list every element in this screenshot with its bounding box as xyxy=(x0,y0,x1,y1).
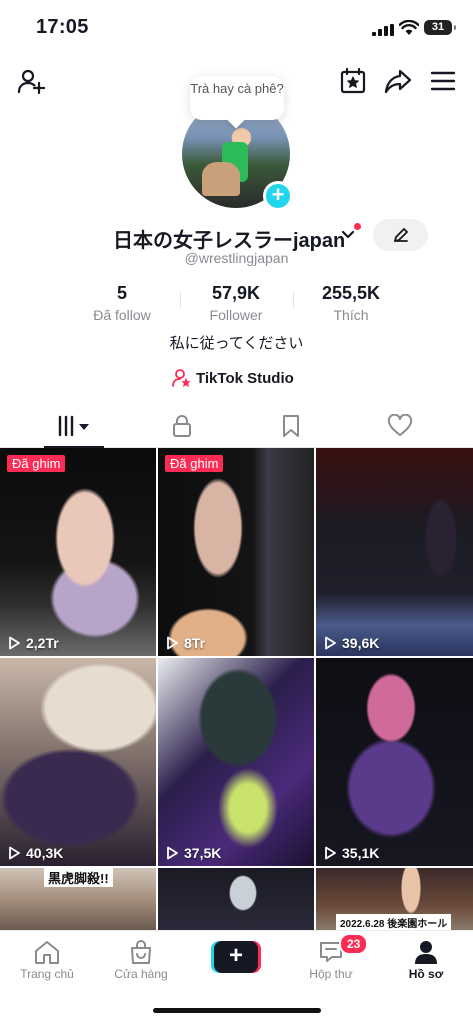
pinned-badge: Đã ghim xyxy=(7,455,66,472)
video-thumbnail[interactable]: Đã ghim 2,2Tr xyxy=(0,448,156,656)
video-thumbnail[interactable]: 35,1K xyxy=(316,658,473,866)
stat-followers[interactable]: 57,9K Follower xyxy=(196,283,276,323)
play-icon xyxy=(167,636,178,650)
video-thumbnail[interactable] xyxy=(158,868,314,930)
edit-profile-button[interactable] xyxy=(373,219,428,251)
view-count: 8Tr xyxy=(165,635,205,651)
studio-person-icon xyxy=(172,369,191,388)
status-note-bubble[interactable]: Trà hay cà phê? xyxy=(190,76,284,120)
profile-name[interactable]: 日本の女子レスラーjapan xyxy=(113,224,345,253)
lock-icon xyxy=(173,415,191,437)
view-count: 35,1K xyxy=(323,845,379,861)
inbox-badge: 23 xyxy=(339,933,369,955)
video-thumbnail[interactable]: 40,3K xyxy=(0,658,156,866)
pinned-badge: Đã ghim xyxy=(165,455,224,472)
view-count: 39,6K xyxy=(323,635,379,651)
stat-value: 57,9K xyxy=(211,283,261,303)
view-count-label: 40,3K xyxy=(26,845,64,861)
add-friend-icon[interactable] xyxy=(16,66,46,96)
play-icon xyxy=(9,636,20,650)
view-count-label: 8Tr xyxy=(184,635,206,651)
nav-home[interactable]: Trang chủ xyxy=(7,937,87,981)
create-button[interactable]: + xyxy=(211,941,261,973)
view-count-label: 39,6K xyxy=(342,635,380,651)
view-count: 37,5K xyxy=(165,845,221,861)
video-thumbnail[interactable]: 黒虎脚殺!! xyxy=(0,868,156,930)
view-count: 2,2Tr xyxy=(7,635,59,651)
stat-value: 5 xyxy=(116,283,127,303)
plus-icon: + xyxy=(214,941,258,973)
stat-following[interactable]: 5 Đã follow xyxy=(82,283,162,323)
nav-shop-label: Cửa hàng xyxy=(114,967,168,981)
add-story-plus-icon[interactable]: + xyxy=(263,181,293,211)
home-indicator xyxy=(153,1008,321,1013)
status-time: 17:05 xyxy=(36,16,89,38)
video-banner-text: 2022.6.28 後楽園ホール xyxy=(336,914,452,930)
video-thumbnail[interactable]: 37,5K xyxy=(158,658,314,866)
stat-value: 255,5K xyxy=(321,283,381,303)
divider xyxy=(180,292,181,308)
video-banner-text: 黒虎脚殺!! xyxy=(44,868,113,887)
menu-icon[interactable] xyxy=(428,66,458,96)
stat-label: Đã follow xyxy=(93,307,151,323)
stat-likes[interactable]: 255,5K Thích xyxy=(311,283,391,323)
profile-handle: @wrestlingjapan xyxy=(184,250,289,266)
stat-label: Thích xyxy=(333,307,369,323)
tab-private[interactable] xyxy=(152,404,212,448)
stat-label: Follower xyxy=(209,307,263,323)
battery-icon: 31 xyxy=(424,20,456,35)
view-count-label: 37,5K xyxy=(184,845,222,861)
play-icon xyxy=(325,636,336,650)
chevron-down-icon[interactable] xyxy=(341,230,355,240)
profile-tabs xyxy=(0,404,473,448)
view-count: 40,3K xyxy=(7,845,63,861)
video-thumbnail[interactable]: 39,6K xyxy=(316,448,473,656)
play-icon xyxy=(325,846,336,860)
wifi-icon xyxy=(399,20,419,35)
tab-saved[interactable] xyxy=(261,404,321,448)
video-thumbnail[interactable]: Đã ghim 8Tr xyxy=(158,448,314,656)
home-icon xyxy=(35,941,59,964)
view-count-label: 35,1K xyxy=(342,845,380,861)
tiktok-studio-link[interactable]: TikTok Studio xyxy=(172,368,294,388)
profile-bio: 私に従ってください xyxy=(169,335,304,352)
profile-icon xyxy=(415,941,437,964)
nav-home-label: Trang chủ xyxy=(20,967,74,981)
video-thumbnail[interactable]: 2022.6.28 後楽園ホール xyxy=(316,868,473,930)
view-count-label: 2,2Tr xyxy=(26,635,59,651)
play-icon xyxy=(167,846,178,860)
heart-icon xyxy=(387,414,413,436)
studio-label: TikTok Studio xyxy=(196,369,294,387)
shopping-bag-icon xyxy=(131,940,151,964)
tab-liked[interactable] xyxy=(370,404,430,448)
pencil-icon xyxy=(393,228,408,242)
play-icon xyxy=(9,846,20,860)
divider xyxy=(293,292,294,308)
notification-dot xyxy=(353,222,362,231)
nav-inbox-label: Hộp thư xyxy=(309,967,353,981)
calendar-star-icon[interactable] xyxy=(338,66,368,96)
status-bar: 17:05 31 xyxy=(0,0,473,54)
signal-icon xyxy=(372,24,394,36)
bookmark-icon xyxy=(283,415,299,437)
tab-videos[interactable] xyxy=(44,404,104,448)
videos-grid-icon xyxy=(58,415,89,437)
share-icon[interactable] xyxy=(383,66,413,96)
nav-profile-label: Hồ sơ xyxy=(408,967,444,981)
nav-profile[interactable]: Hồ sơ xyxy=(386,937,466,981)
nav-shop[interactable]: Cửa hàng xyxy=(101,937,181,981)
